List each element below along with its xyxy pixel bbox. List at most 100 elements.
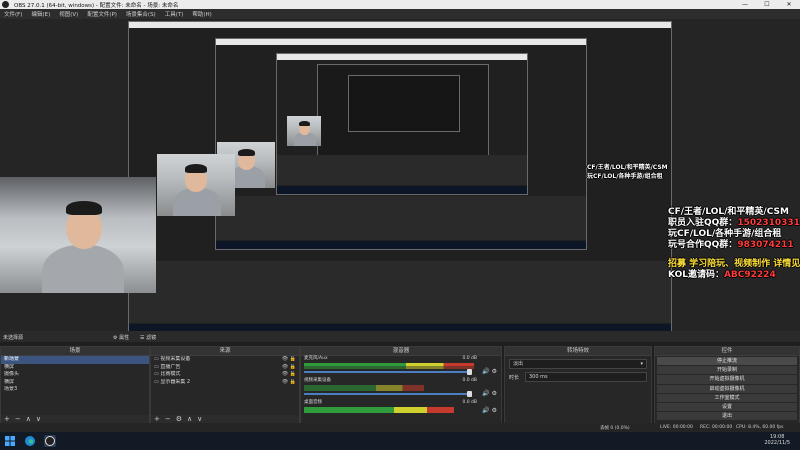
overlay-line1: CF/王者/LOL/和平精英/CSM: [668, 207, 789, 217]
taskbar-clock[interactable]: 19:08 2022/11/5: [764, 434, 790, 446]
mixer-channel: 麦克风/Aux 0.0 dB 🔊 ⚙: [301, 356, 501, 378]
source-item[interactable]: ▭ 视频采集设备 👁 🔓: [151, 356, 299, 364]
move-scene-down-button[interactable]: ∨: [36, 415, 41, 423]
source-settings-icon[interactable]: ⚙: [176, 415, 182, 423]
start-virtual-camera-button[interactable]: 开始虚拟摄像机: [657, 375, 797, 384]
properties-button[interactable]: ⚙ 属性: [113, 334, 129, 341]
menu-view[interactable]: 视图(V): [59, 10, 78, 18]
transition-type-value: 淡出: [513, 361, 524, 367]
source-status-bar: 未选择源 ⚙ 属性 ☰ 滤镜: [0, 331, 800, 342]
menu-scene-collection[interactable]: 场景集合(S): [126, 10, 156, 18]
scene-item[interactable]: 摄像头: [1, 371, 149, 379]
mixer-channel-db: 0.0 dB: [462, 378, 477, 383]
volume-slider-knob[interactable]: [467, 391, 472, 397]
scene-item[interactable]: 横屏: [1, 379, 149, 387]
captured-taskbar: [129, 324, 671, 331]
controls-title: 控件: [655, 347, 799, 356]
menu-tools[interactable]: 工具(T): [165, 10, 184, 18]
move-source-up-button[interactable]: ∧: [187, 415, 192, 423]
scene-item[interactable]: 场景3: [1, 386, 149, 394]
source-label: 显示器采集 2: [160, 378, 191, 385]
transition-type-select[interactable]: 淡出 ▾: [509, 359, 647, 369]
window-title: OBS 27.0.1 (64-bit, windows) - 配置文件: 未命名…: [14, 2, 179, 9]
overlay-line6-value: ABC92224: [723, 270, 776, 280]
source-label: 视频采集设备: [160, 356, 191, 362]
source-label: 比赛模式: [160, 371, 181, 377]
exit-button[interactable]: 退出: [657, 412, 797, 421]
windows-taskbar: 19:08 2022/11/5: [0, 432, 800, 450]
remove-scene-button[interactable]: −: [15, 415, 21, 423]
window-title-bar: OBS 27.0.1 (64-bit, windows) - 配置文件: 未命名…: [0, 0, 800, 9]
close-button[interactable]: ✕: [778, 0, 800, 9]
maximize-button[interactable]: ☐: [756, 0, 778, 9]
sources-title: 来源: [151, 347, 299, 356]
add-source-button[interactable]: +: [154, 415, 160, 423]
overlay-small-line1: CF/王者/LOL/和平精英/CSM: [587, 164, 668, 171]
menu-bar: 文件(F) 编辑(E) 视图(V) 配置文件(P) 场景集合(S) 工具(T) …: [0, 9, 800, 19]
settings-button[interactable]: 设置: [657, 402, 797, 412]
filters-button[interactable]: ☰ 滤镜: [140, 334, 156, 341]
overlay-small-line3: 玩CF/LOL/各种手游/组合租: [587, 173, 663, 180]
webcam-thumbnail-large: [157, 154, 235, 216]
duration-input[interactable]: 300 ms: [525, 372, 647, 382]
volume-slider[interactable]: [304, 391, 472, 397]
menu-profile[interactable]: 配置文件(P): [87, 10, 117, 18]
move-scene-up-button[interactable]: ∧: [26, 415, 31, 423]
overlay-line2-label: 职员入驻QQ群：: [668, 218, 738, 228]
edge-browser-icon[interactable]: [24, 435, 36, 447]
scenes-title: 场景: [1, 347, 149, 356]
source-item[interactable]: ▭ 显示器采集 2 👁 🔓: [151, 379, 299, 387]
obs-taskbar-icon[interactable]: [44, 435, 56, 447]
preview-canvas[interactable]: CF/王者/LOL/和平精英/CSM 玩CF/LOL/各种手游/组合租 CF/王…: [0, 19, 800, 331]
move-source-down-button[interactable]: ∨: [197, 415, 202, 423]
captured-screen-nested-3: [317, 64, 489, 156]
webcam-feed: [0, 177, 156, 293]
studio-mode-button[interactable]: 工作室模式: [657, 393, 797, 402]
live-time-text: LIVE: 00:00:00: [660, 425, 693, 430]
menu-edit[interactable]: 编辑(E): [31, 10, 50, 18]
virtual-camera-button[interactable]: 启动虚拟摄像机: [657, 384, 797, 393]
remove-source-button[interactable]: −: [165, 415, 171, 423]
chevron-down-icon: ▾: [640, 361, 643, 367]
overlay-line4-value: 983074211: [737, 240, 794, 250]
speaker-icon[interactable]: 🔊: [482, 368, 489, 375]
volume-meter: [304, 366, 474, 369]
mixer-title: 混音器: [301, 347, 501, 356]
nested-title-bar-2: [277, 54, 527, 60]
mixer-channel-db: 0.0 dB: [462, 356, 477, 361]
scene-item[interactable]: 新场景: [1, 356, 149, 364]
start-recording-button[interactable]: 开始录制: [657, 366, 797, 375]
transitions-dock: 转场特效 淡出 ▾ 时长 300 ms: [504, 346, 652, 424]
windows-start-icon[interactable]: [4, 435, 16, 447]
stop-streaming-button[interactable]: 停止推流: [657, 357, 797, 366]
visibility-lock-icons[interactable]: 👁 🔓: [282, 371, 296, 379]
menu-help[interactable]: 帮助(H): [192, 10, 211, 18]
volume-slider[interactable]: [304, 369, 472, 375]
speaker-icon[interactable]: 🔊: [482, 390, 489, 397]
gear-icon[interactable]: ⚙: [492, 407, 497, 414]
gear-icon[interactable]: ⚙: [492, 368, 497, 375]
captured-title-bar: [129, 22, 671, 28]
obs-logo-icon: [2, 1, 9, 8]
menu-file[interactable]: 文件(F): [4, 10, 22, 18]
overlay-text-block: CF/王者/LOL/和平精英/CSM 职员入驻QQ群：1502310331 玩C…: [668, 207, 800, 281]
source-item[interactable]: ▭ 比赛模式 👁 🔓: [151, 371, 299, 379]
visibility-lock-icons[interactable]: 👁 🔓: [282, 364, 296, 372]
add-scene-button[interactable]: +: [4, 415, 10, 423]
volume-slider-knob[interactable]: [467, 369, 472, 375]
minimize-button[interactable]: —: [734, 0, 756, 9]
duration-label: 时长: [509, 374, 520, 381]
gear-icon[interactable]: ⚙: [492, 390, 497, 397]
no-source-selected-label: 未选择源: [3, 335, 24, 341]
speaker-icon[interactable]: 🔊: [482, 407, 489, 414]
nested-taskbar-2: [277, 186, 527, 194]
visibility-lock-icons[interactable]: 👁 🔓: [282, 379, 296, 387]
overlay-line4-label: 玩号合作QQ群：: [668, 240, 738, 250]
scene-item[interactable]: 横屏: [1, 364, 149, 372]
overlay-line6-label: KOL邀请码：: [668, 270, 724, 280]
visibility-lock-icons[interactable]: 👁 🔓: [282, 356, 296, 364]
clock-date: 2022/11/5: [764, 440, 790, 446]
source-item[interactable]: ▭ 直播广告 👁 🔓: [151, 364, 299, 372]
dropped-frames-text: 丢帧 0 (0.0%): [600, 426, 630, 431]
rec-time-text: REC: 00:00:00: [700, 425, 733, 430]
